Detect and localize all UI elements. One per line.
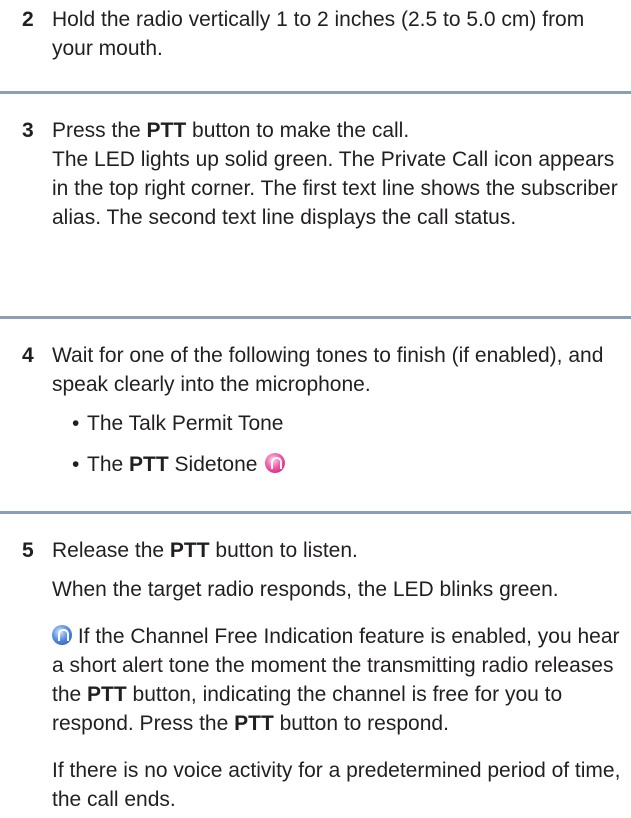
step-number: 4: [22, 344, 34, 367]
final-text: If there is no voice activity for a pred…: [52, 759, 621, 811]
list-item: • The PTT Sidetone: [52, 450, 622, 479]
divider: [0, 91, 631, 94]
sidetone-icon: [265, 453, 286, 473]
note-text: If the Channel Free Indication feature i…: [52, 625, 620, 735]
step-result: When the target radio responds, the LED …: [52, 578, 559, 601]
step-number: 5: [22, 539, 34, 562]
bullet-icon: •: [72, 453, 80, 476]
list-item: • The Talk Permit Tone: [52, 409, 622, 438]
step-text: Wait for one of the following tones to f…: [52, 344, 604, 396]
step-number: 3: [22, 119, 34, 142]
divider: [0, 316, 631, 319]
divider: [0, 511, 631, 514]
tone-list: • The Talk Permit Tone • The PTT Sideton…: [52, 409, 622, 479]
ptt-label: PTT: [129, 453, 169, 476]
ptt-label: PTT: [87, 683, 127, 706]
step-text: Hold the radio vertically 1 to 2 inches …: [52, 8, 585, 60]
step-action: Press the PTT button to make the call.: [52, 119, 410, 142]
step-action: Release the PTT button to listen.: [52, 539, 358, 562]
ptt-label: PTT: [146, 119, 187, 142]
note-icon: [52, 625, 72, 645]
step-result: The LED lights up solid green. The Priva…: [52, 148, 618, 229]
step-number: 2: [22, 8, 34, 31]
bullet-icon: •: [72, 412, 80, 435]
ptt-label: PTT: [169, 539, 210, 562]
ptt-label: PTT: [234, 712, 274, 735]
